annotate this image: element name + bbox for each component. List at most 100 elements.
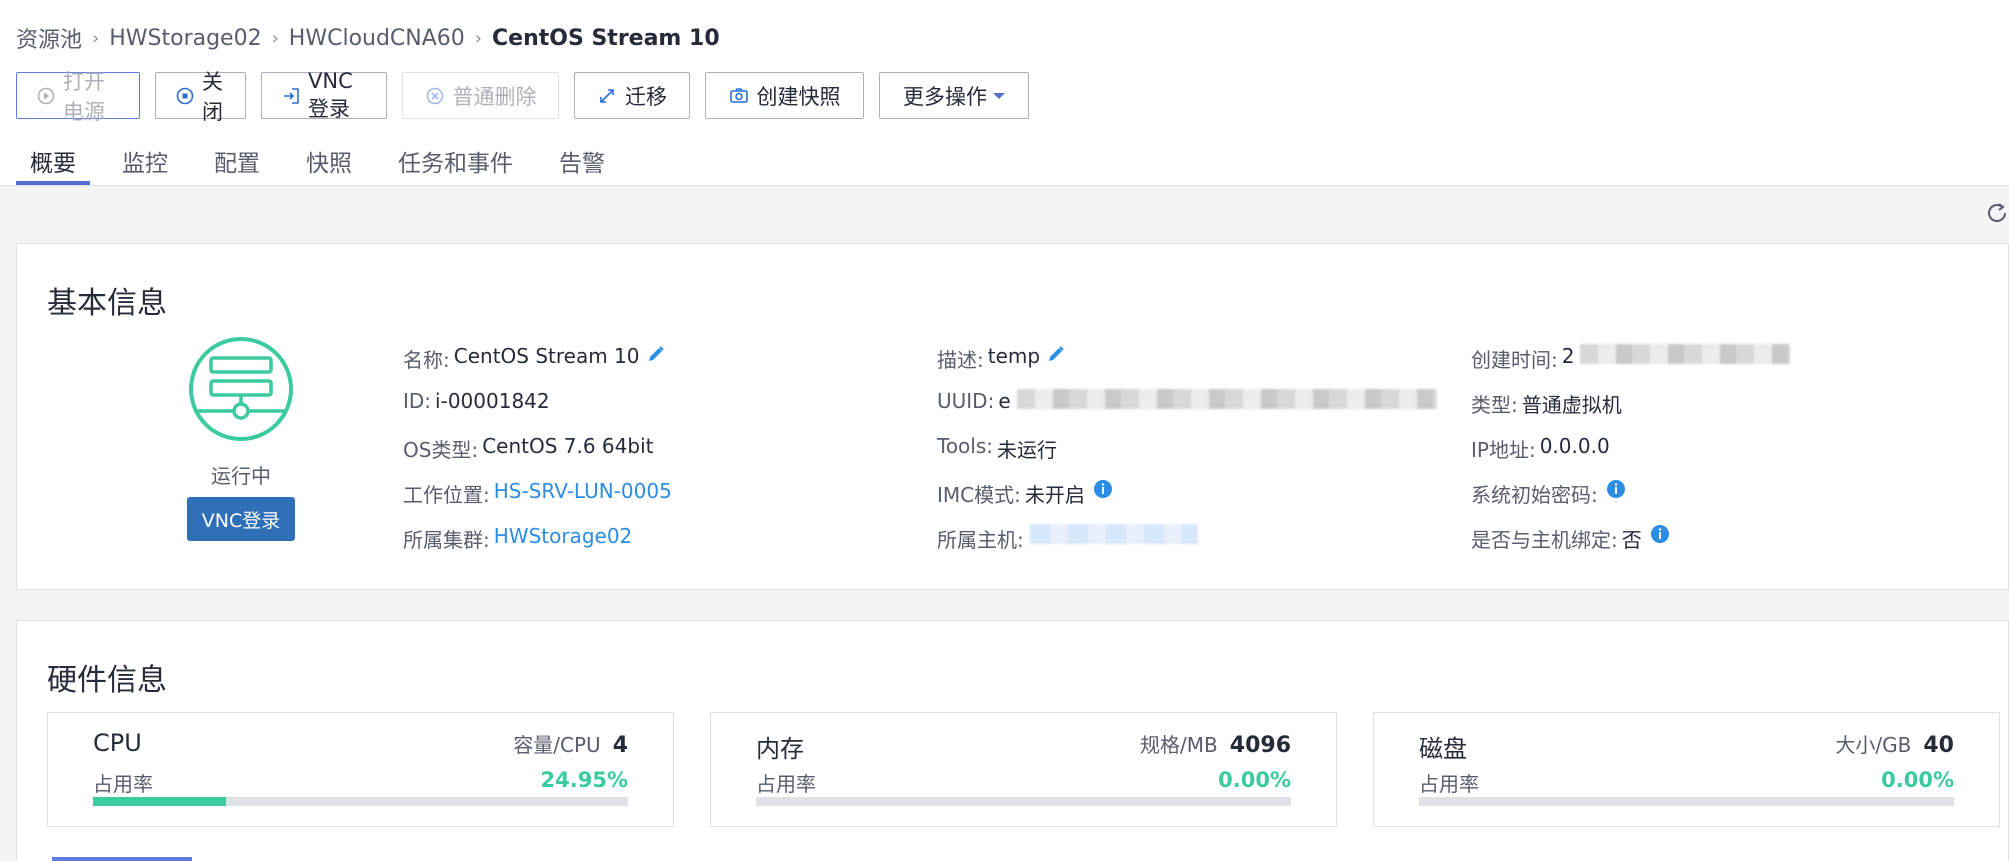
tools-label: Tools: xyxy=(937,434,994,458)
disk-usage-label: 占用率 xyxy=(1419,772,1479,796)
shutdown-button[interactable]: 关闭 xyxy=(155,70,246,124)
cpu-name: CPU xyxy=(93,729,142,757)
id-row: ID: i-00001842 xyxy=(403,389,672,434)
delete-icon xyxy=(425,86,445,106)
init-password-row: 系统初始密码: xyxy=(1471,479,1790,524)
info-icon[interactable] xyxy=(1093,479,1113,499)
breadcrumb-item-cluster[interactable]: HWStorage02 xyxy=(109,26,261,51)
memory-name: 内存 xyxy=(756,735,804,763)
migrate-button[interactable]: 迁移 xyxy=(574,72,690,119)
name-label: 名称: xyxy=(403,348,450,372)
cpu-box: CPU 容量/CPU 4 占用率 24.95% xyxy=(47,712,674,827)
cluster-link[interactable]: HWStorage02 xyxy=(494,524,633,548)
snapshot-icon xyxy=(729,86,749,106)
cpu-spec-value: 4 xyxy=(612,733,628,758)
id-value: i-00001842 xyxy=(435,389,550,413)
host-row: 所属主机: xyxy=(937,524,1437,569)
info-icon[interactable] xyxy=(1606,479,1626,499)
disk-spec: 大小/GB 40 xyxy=(1835,729,1954,758)
host-redacted-link[interactable] xyxy=(1029,524,1198,544)
cpu-spec-label: 容量/CPU xyxy=(513,733,601,757)
memory-spec-value: 4096 xyxy=(1229,733,1291,758)
breadcrumb-item-host[interactable]: HWCloudCNA60 xyxy=(289,26,465,51)
cpu-usage-label: 占用率 xyxy=(93,772,153,796)
disk-spec-value: 40 xyxy=(1923,733,1954,758)
basic-info-title: 基本信息 xyxy=(47,286,167,321)
delete-label: 普通删除 xyxy=(452,84,537,109)
created-time-row: 创建时间: 2 xyxy=(1471,344,1791,389)
vm-status-block: 运行中 VNC登录 xyxy=(171,336,311,541)
vm-type-label: 类型: xyxy=(1471,393,1518,417)
location-link[interactable]: HS-SRV-LUN-0005 xyxy=(494,479,672,503)
status-vnc-login-button[interactable]: VNC登录 xyxy=(187,497,295,541)
id-label: ID: xyxy=(403,389,432,413)
vm-status-icon xyxy=(188,336,294,442)
cpu-usage-bar xyxy=(93,797,628,806)
memory-box: 内存 规格/MB 4096 占用率 0.00% xyxy=(710,712,1337,827)
cpu-usage-fill xyxy=(93,797,227,806)
created-time-redacted xyxy=(1580,344,1791,364)
chevron-right-icon: › xyxy=(474,27,482,49)
disk-box: 磁盘 大小/GB 40 占用率 0.00% xyxy=(1373,712,2000,827)
disk-spec-label: 大小/GB xyxy=(1835,733,1912,757)
disk-usage-bar xyxy=(1419,797,1954,806)
hardware-info-title: 硬件信息 xyxy=(47,663,167,698)
info-column-2: 描述: temp UUID: e Tools: 未运行 IMC模式: 未开启 所… xyxy=(937,344,1437,569)
migrate-icon xyxy=(597,86,617,106)
memory-usage-bar xyxy=(756,797,1291,806)
cluster-label: 所属集群: xyxy=(403,528,490,552)
tab-monitoring[interactable]: 监控 xyxy=(108,138,182,185)
create-snapshot-button[interactable]: 创建快照 xyxy=(705,72,864,119)
imc-label: IMC模式: xyxy=(937,483,1021,507)
ip-value: 0.0.0.0 xyxy=(1539,434,1610,458)
breadcrumb-item-resource-pool[interactable]: 资源池 xyxy=(16,22,82,54)
description-row: 描述: temp xyxy=(937,344,1437,389)
imc-value: 未开启 xyxy=(1024,483,1085,507)
vnc-icon xyxy=(282,86,300,106)
host-binding-row: 是否与主机绑定: 否 xyxy=(1471,524,1790,569)
more-actions-dropdown[interactable]: 更多操作 xyxy=(879,72,1029,119)
tab-configuration[interactable]: 配置 xyxy=(200,138,274,185)
chevron-right-icon: › xyxy=(92,27,100,49)
tab-overview[interactable]: 概要 xyxy=(16,138,90,185)
vm-status-text: 运行中 xyxy=(211,464,271,488)
power-icon xyxy=(37,86,55,106)
disk-name: 磁盘 xyxy=(1419,735,1467,763)
imc-row: IMC模式: 未开启 xyxy=(937,479,1437,524)
host-binding-value: 否 xyxy=(1621,528,1642,552)
shutdown-label: 关闭 xyxy=(202,69,223,124)
refresh-icon[interactable] xyxy=(1985,201,2009,227)
uuid-label: UUID: xyxy=(937,389,995,413)
uuid-redacted xyxy=(1016,389,1437,409)
tools-value: 未运行 xyxy=(997,438,1058,462)
memory-usage-value: 0.00% xyxy=(1218,768,1291,792)
ip-row: IP地址: 0.0.0.0 xyxy=(1471,434,1790,479)
tools-row: Tools: 未运行 xyxy=(937,434,1437,479)
edit-icon[interactable] xyxy=(646,344,666,364)
init-password-label: 系统初始密码: xyxy=(1471,483,1598,507)
create-snapshot-label: 创建快照 xyxy=(756,84,841,109)
vm-type-value: 普通虚拟机 xyxy=(1521,393,1622,417)
os-type-label: OS类型: xyxy=(403,438,479,462)
header: 资源池 › HWStorage02 › HWCloudCNA60 › CentO… xyxy=(0,0,2009,186)
uuid-row: UUID: e xyxy=(937,389,1437,434)
memory-usage-label: 占用率 xyxy=(756,772,816,796)
created-time-value: 2 xyxy=(1561,344,1575,368)
os-type-value: CentOS 7.6 64bit xyxy=(482,434,654,458)
power-on-button[interactable]: 打开电源 xyxy=(16,70,140,124)
tab-tasks-events[interactable]: 任务和事件 xyxy=(384,138,527,185)
delete-button[interactable]: 普通删除 xyxy=(402,72,559,119)
info-icon[interactable] xyxy=(1650,524,1670,544)
edit-icon[interactable] xyxy=(1046,344,1066,364)
memory-spec-label: 规格/MB xyxy=(1140,733,1218,757)
tab-snapshots[interactable]: 快照 xyxy=(292,138,366,185)
tab-bar: 概要 监控 配置 快照 任务和事件 告警 xyxy=(16,138,637,185)
tab-alarms[interactable]: 告警 xyxy=(545,138,619,185)
bottom-tab-indicator xyxy=(52,857,192,861)
cpu-spec: 容量/CPU 4 xyxy=(513,729,628,758)
stop-icon xyxy=(176,86,194,106)
chevron-right-icon: › xyxy=(271,27,279,49)
caret-down-icon xyxy=(993,92,1005,99)
os-type-row: OS类型: CentOS 7.6 64bit xyxy=(403,434,672,479)
vnc-login-button[interactable]: VNC登录 xyxy=(261,69,387,121)
